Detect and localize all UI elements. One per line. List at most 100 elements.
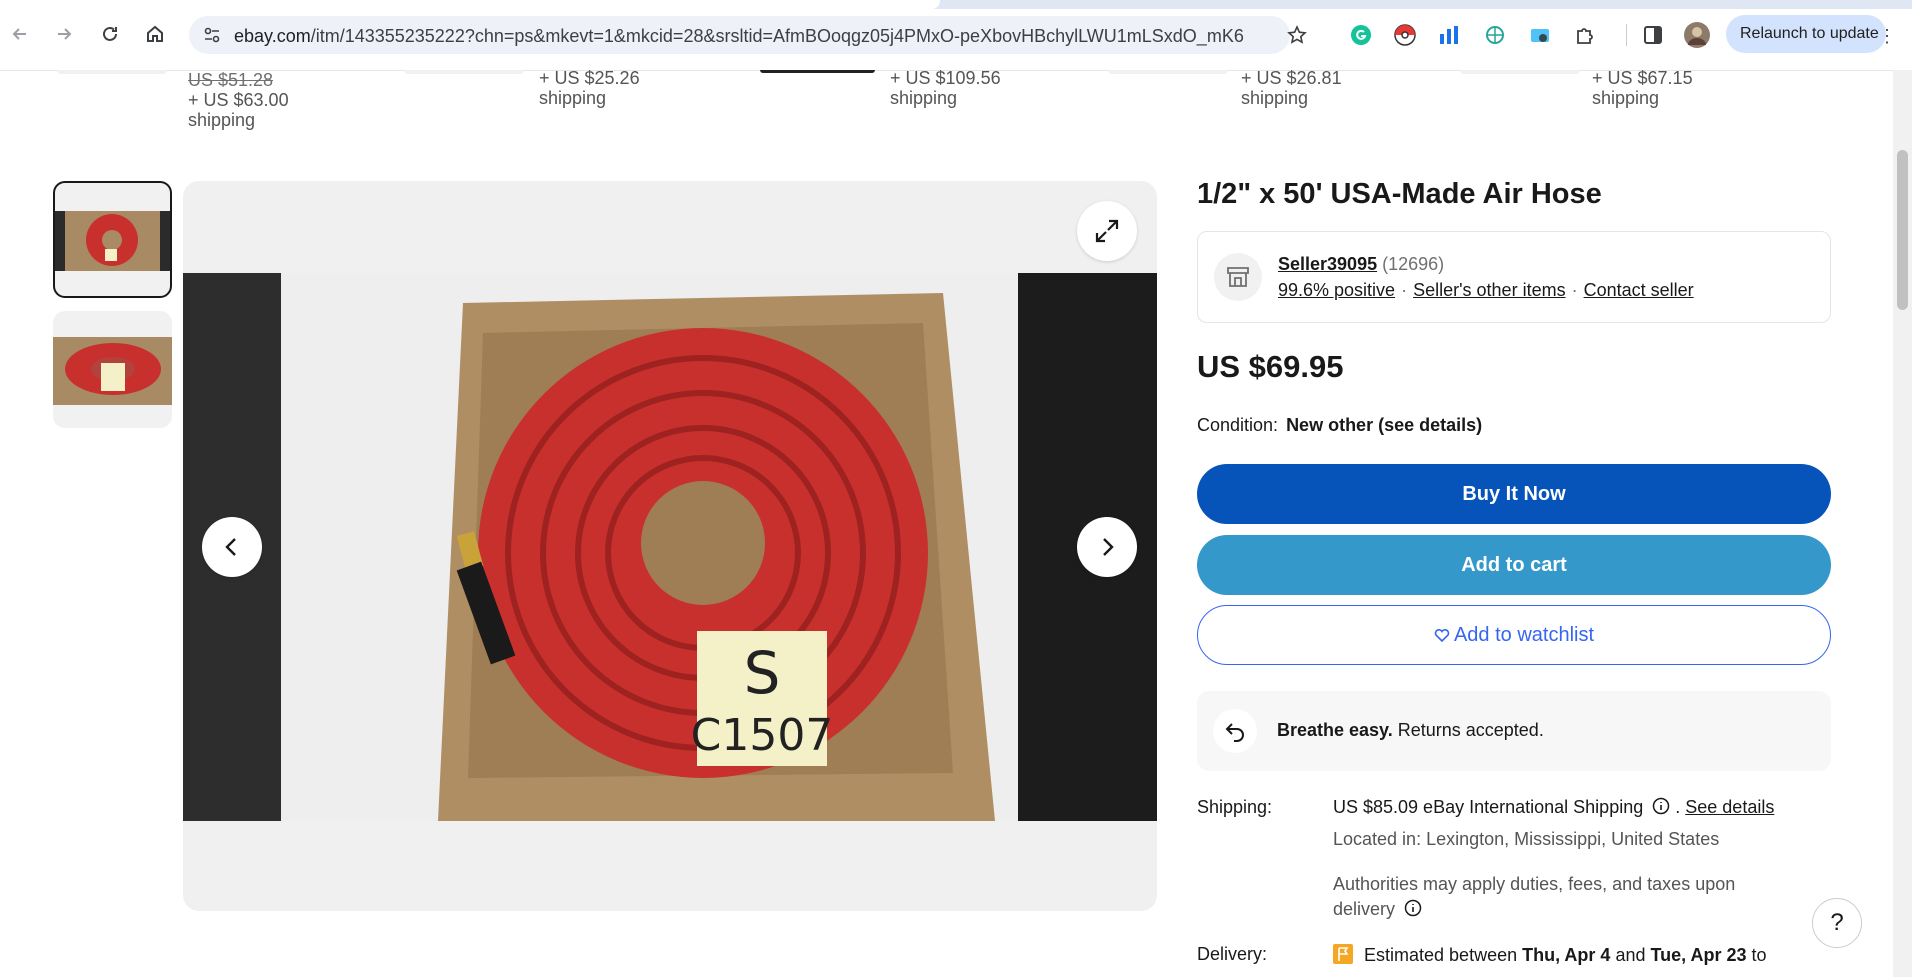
gallery-thumbnail-1[interactable] — [53, 181, 172, 298]
heart-icon — [1434, 629, 1450, 643]
item-price: US $69.95 — [1197, 349, 1344, 384]
reload-icon[interactable] — [96, 20, 124, 48]
returns-detail: Returns accepted. — [1392, 720, 1544, 740]
profile-avatar[interactable] — [1684, 22, 1710, 48]
rec-image-3[interactable] — [760, 70, 875, 73]
shipping-value-row: US $85.09 eBay International Shipping . … — [1333, 797, 1774, 818]
rec-shipping-label: shipping — [188, 110, 256, 130]
info-icon[interactable] — [1404, 899, 1422, 917]
rec-item-5[interactable]: + US $67.15 shipping — [1592, 68, 1693, 108]
main-image-gallery[interactable]: S C1507 — [183, 181, 1157, 911]
extensions-icon[interactable] — [1572, 22, 1598, 48]
gallery-thumbnail-2[interactable] — [53, 311, 172, 428]
shipping-label: Shipping: — [1197, 797, 1273, 817]
returns-text: Breathe easy. Returns accepted. — [1277, 720, 1544, 741]
menu-icon[interactable]: ⋮ — [1878, 26, 1896, 47]
rec-image-4[interactable] — [1108, 70, 1228, 74]
rec-shipping-price: + US $25.26 — [539, 68, 640, 88]
rec-image-5[interactable] — [1460, 70, 1580, 74]
product-photo: S C1507 — [183, 273, 1157, 821]
seller-other-items-link[interactable]: Seller's other items — [1413, 280, 1566, 300]
contact-seller-link[interactable]: Contact seller — [1584, 280, 1694, 300]
star-icon[interactable] — [1287, 25, 1307, 50]
rec-shipping-price: + US $67.15 — [1592, 68, 1693, 88]
rec-shipping-label: shipping — [1592, 88, 1660, 108]
delivery-value: Estimated between Thu, Apr 4 and Tue, Ap… — [1333, 944, 1767, 966]
url-text: ebay.com/itm/143355235222?chn=ps&mkevt=1… — [234, 26, 1244, 47]
seller-feedback-count: (12696) — [1382, 254, 1445, 274]
positive-feedback-link[interactable]: 99.6% positive — [1278, 280, 1395, 300]
buy-it-now-label: Buy It Now — [1462, 482, 1566, 505]
rec-item-4[interactable]: + US $26.81 shipping — [1241, 68, 1342, 108]
page-scrollbar[interactable] — [1893, 70, 1912, 977]
back-icon[interactable] — [6, 20, 34, 48]
duties-line2: delivery — [1333, 899, 1396, 919]
sticky-note-line1: S — [744, 639, 781, 707]
rec-shipping-label: shipping — [1241, 88, 1309, 108]
delivery-and: and — [1610, 945, 1651, 965]
condition-row: Condition: New other (see details) — [1197, 415, 1482, 436]
returns-banner: Breathe easy. Returns accepted. — [1197, 691, 1831, 771]
thumbnail-image — [55, 211, 170, 271]
relaunch-button[interactable]: Relaunch to update — [1726, 15, 1886, 53]
add-to-watchlist-label: Add to watchlist — [1453, 623, 1595, 646]
expand-button[interactable] — [1077, 201, 1137, 261]
site-info-icon[interactable] — [203, 26, 221, 49]
forward-icon[interactable] — [50, 20, 78, 48]
home-icon[interactable] — [141, 20, 169, 48]
browser-toolbar: ebay.com/itm/143355235222?chn=ps&mkevt=1… — [0, 0, 1912, 71]
scrollbar-thumb[interactable] — [1897, 150, 1908, 310]
separator: · — [1571, 280, 1578, 300]
help-button[interactable]: ? — [1812, 898, 1862, 948]
buy-it-now-button[interactable]: Buy It Now — [1197, 464, 1831, 524]
chevron-right-icon — [1103, 538, 1114, 556]
network-icon[interactable] — [1482, 22, 1508, 48]
duties-line1: Authorities may apply duties, fees, and … — [1333, 874, 1736, 894]
see-details-link[interactable]: See details — [1685, 797, 1774, 817]
rec-shipping-price: + US $63.00 — [188, 90, 289, 110]
seller-card: Seller39095 (12696) 99.6% positive · Selle… — [1197, 231, 1831, 323]
info-icon[interactable] — [1652, 797, 1670, 815]
rec-shipping-price: + US $109.56 — [890, 68, 1001, 88]
rec-shipping-label: shipping — [539, 88, 607, 108]
rec-image-2[interactable] — [404, 70, 524, 74]
sticky-note-line2: C1507 — [691, 710, 834, 761]
relaunch-label: Relaunch to update — [1740, 25, 1879, 42]
chevron-left-icon — [225, 538, 236, 556]
add-to-cart-label: Add to cart — [1461, 553, 1567, 576]
toolbar-divider — [1626, 24, 1627, 46]
flag-icon — [1333, 944, 1353, 964]
previous-image-button[interactable] — [202, 517, 262, 577]
next-image-button[interactable] — [1077, 517, 1137, 577]
delivery-date-start: Thu, Apr 4 — [1522, 945, 1611, 965]
rec-shipping-label: shipping — [890, 88, 958, 108]
condition-value[interactable]: New other (see details) — [1286, 415, 1482, 435]
seller-name-link[interactable]: Seller39095 — [1278, 254, 1377, 274]
pokeball-icon[interactable] — [1392, 22, 1418, 48]
rec-strike-price: US $51.28 — [188, 70, 274, 90]
item-title: 1/2" x 50' USA-Made Air Hose — [1197, 178, 1602, 210]
returns-bold: Breathe easy. — [1277, 720, 1393, 740]
separator: · — [1401, 280, 1408, 300]
add-to-watchlist-button[interactable]: Add to watchlist — [1197, 605, 1831, 665]
sidebar-icon[interactable] — [1640, 22, 1666, 48]
tab-strip — [0, 0, 1912, 9]
rec-item-1[interactable]: US $51.28 + US $63.00 shipping — [188, 70, 289, 130]
add-to-cart-button[interactable]: Add to cart — [1197, 535, 1831, 595]
url-path: /itm/143355235222?chn=ps&mkevt=1&mkcid=2… — [310, 26, 1244, 46]
condition-label: Condition: — [1197, 415, 1279, 435]
rec-shipping-price: + US $26.81 — [1241, 68, 1342, 88]
shipping-value: US $85.09 eBay International Shipping — [1333, 797, 1644, 817]
address-bar[interactable]: ebay.com/itm/143355235222?chn=ps&mkevt=1… — [189, 16, 1307, 54]
grammarly-icon[interactable] — [1348, 22, 1374, 48]
screen-capture-icon[interactable] — [1527, 22, 1553, 48]
seller-links: 99.6% positive · Seller's other items · Cont… — [1278, 280, 1694, 301]
rec-image-1[interactable] — [57, 70, 167, 74]
duties-line2-row: delivery — [1333, 899, 1422, 920]
rec-item-3[interactable]: + US $109.56 shipping — [890, 68, 1001, 108]
located-in: Located in: Lexington, Mississippi, Unit… — [1333, 829, 1720, 849]
delivery-date-end: Tue, Apr 23 — [1650, 945, 1747, 965]
active-tab[interactable] — [0, 0, 940, 9]
rec-item-2[interactable]: + US $25.26 shipping — [539, 68, 640, 108]
chart-icon[interactable] — [1436, 22, 1462, 48]
